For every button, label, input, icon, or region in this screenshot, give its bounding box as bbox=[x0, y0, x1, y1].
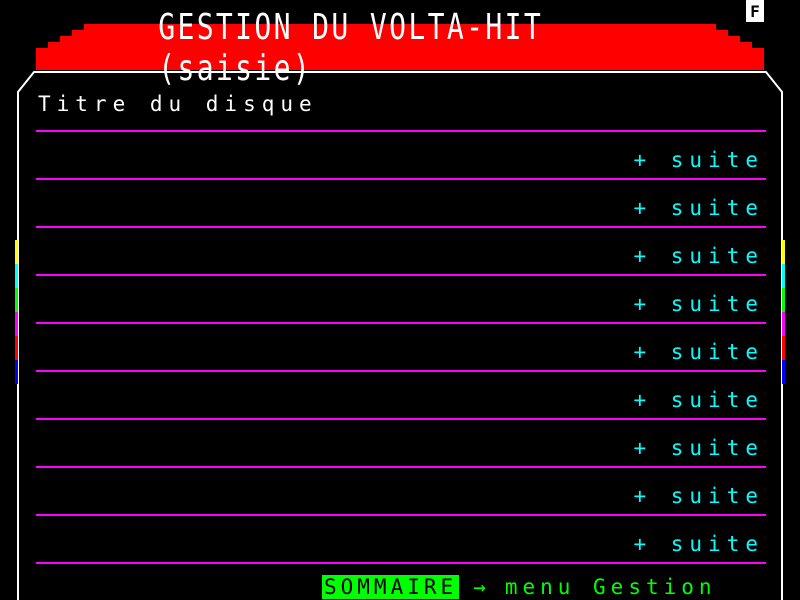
edge-mark-cyan-right bbox=[782, 264, 785, 288]
footer-hint: menu Gestion bbox=[504, 575, 717, 599]
input-row[interactable]: + suite bbox=[36, 372, 766, 420]
edge-mark-yellow-right bbox=[782, 240, 785, 264]
suite-link[interactable]: + suite bbox=[633, 436, 764, 460]
input-row[interactable]: + suite bbox=[36, 324, 766, 372]
edge-mark-green bbox=[15, 288, 18, 312]
edge-mark-blue-right bbox=[782, 360, 785, 384]
input-row[interactable]: + suite bbox=[36, 468, 766, 516]
suite-link[interactable]: + suite bbox=[633, 340, 764, 364]
suite-link[interactable]: + suite bbox=[633, 532, 764, 556]
input-row[interactable]: + suite bbox=[36, 228, 766, 276]
edge-mark-green-right bbox=[782, 288, 785, 312]
input-row[interactable]: + suite bbox=[36, 180, 766, 228]
suite-link[interactable]: + suite bbox=[633, 292, 764, 316]
edge-mark-red-right bbox=[782, 336, 785, 360]
input-row[interactable]: + suite bbox=[36, 420, 766, 468]
status-indicator: F bbox=[746, 0, 764, 22]
edge-mark-magenta-right bbox=[782, 312, 785, 336]
suite-link[interactable]: + suite bbox=[633, 196, 764, 220]
edge-mark-yellow bbox=[15, 240, 18, 264]
edge-mark-red bbox=[15, 336, 18, 360]
page-title: GESTION DU VOLTA-HIT (saisie) bbox=[158, 7, 544, 89]
first-separator-row bbox=[36, 84, 766, 132]
sommaire-key[interactable]: SOMMAIRE bbox=[322, 575, 460, 599]
edge-mark-blue bbox=[15, 360, 18, 384]
arrow-icon: → bbox=[473, 575, 491, 599]
edge-mark-magenta bbox=[15, 312, 18, 336]
suite-link[interactable]: + suite bbox=[633, 484, 764, 508]
edge-mark-cyan bbox=[15, 264, 18, 288]
input-row[interactable]: + suite bbox=[36, 276, 766, 324]
input-row[interactable]: + suite bbox=[36, 516, 766, 564]
input-row[interactable]: + suite bbox=[36, 132, 766, 180]
suite-link[interactable]: + suite bbox=[633, 148, 764, 172]
suite-link[interactable]: + suite bbox=[633, 388, 764, 412]
suite-link[interactable]: + suite bbox=[633, 244, 764, 268]
row-separator bbox=[36, 562, 766, 564]
footer-nav: SOMMAIRE → menu Gestion bbox=[322, 574, 717, 600]
